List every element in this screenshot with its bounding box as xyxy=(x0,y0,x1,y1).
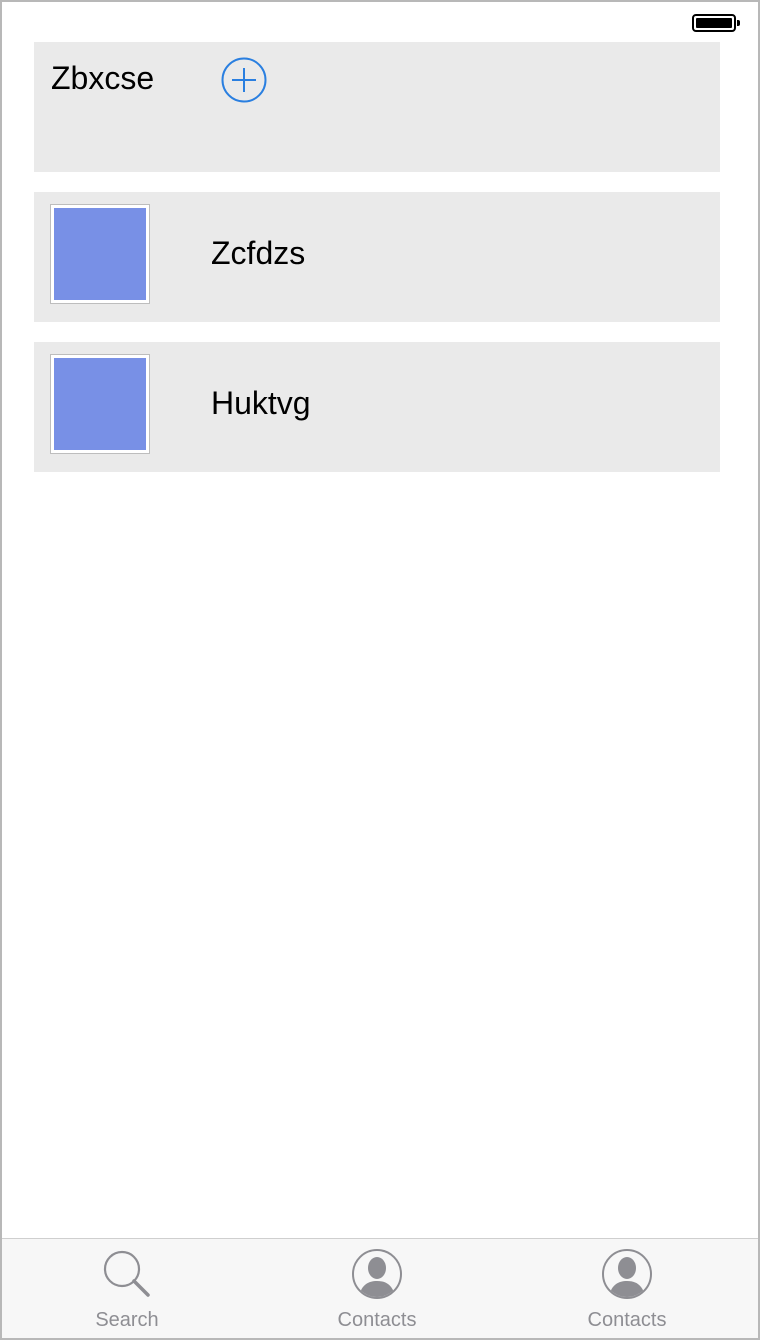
contact-icon xyxy=(602,1249,652,1299)
app-screen: Zbxcse Zcfdzs Huktvg Search Contacts Con… xyxy=(0,0,760,1340)
plus-circle-icon xyxy=(221,57,267,103)
list-item-label: Huktvg xyxy=(211,385,311,421)
list-item[interactable]: Zcfdzs xyxy=(34,192,720,322)
tab-bar: Search Contacts Contacts xyxy=(2,1238,758,1338)
header-title: Zbxcse xyxy=(51,60,155,96)
thumbnail-image xyxy=(50,354,150,454)
list-item-label: Zcfdzs xyxy=(211,235,306,271)
battery-icon xyxy=(692,14,740,32)
tab-search[interactable]: Search xyxy=(2,1239,252,1338)
tab-label: Search xyxy=(95,1309,159,1331)
add-button[interactable] xyxy=(220,56,268,104)
thumbnail-image xyxy=(50,204,150,304)
header-card: Zbxcse xyxy=(34,42,720,172)
list-item[interactable]: Huktvg xyxy=(34,342,720,472)
tab-label: Contacts xyxy=(337,1309,417,1331)
tab-contacts-2[interactable]: Contacts xyxy=(502,1239,752,1338)
contact-icon xyxy=(352,1249,402,1299)
tab-label: Contacts xyxy=(587,1309,667,1331)
tab-contacts[interactable]: Contacts xyxy=(252,1239,502,1338)
search-icon xyxy=(103,1250,150,1297)
